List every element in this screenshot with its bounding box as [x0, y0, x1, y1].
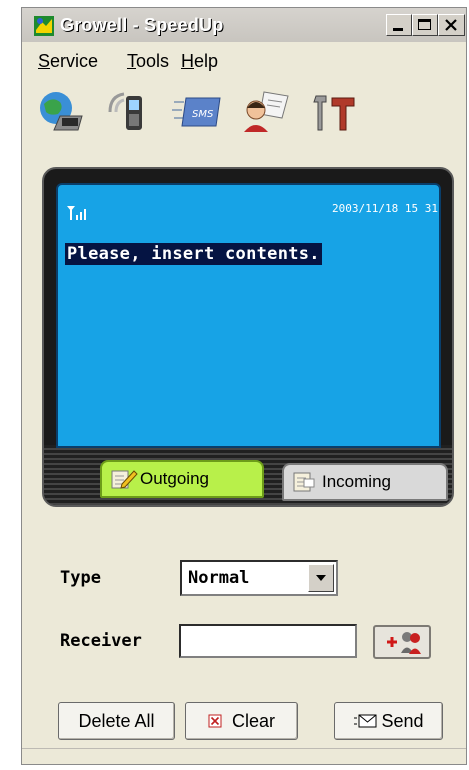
- toolbar-button-settings[interactable]: [306, 86, 360, 136]
- menu-help[interactable]: Help: [181, 51, 218, 72]
- tab-incoming[interactable]: Incoming: [282, 463, 448, 501]
- menu-tools-mnemonic: T: [127, 51, 136, 71]
- phone-datetime: 2003/11/18 15 31: [332, 202, 438, 215]
- clear-icon: [208, 714, 222, 728]
- toolbar-button-contacts[interactable]: [238, 86, 292, 136]
- app-logo-icon: [34, 16, 54, 36]
- delete-all-label: Delete All: [78, 710, 155, 731]
- clear-button[interactable]: Clear: [185, 702, 298, 740]
- send-label: Send: [381, 710, 424, 731]
- pencil-note-icon: [111, 470, 138, 489]
- window-title: Growell - SpeedUp: [60, 15, 224, 35]
- minimize-button[interactable]: [386, 14, 412, 36]
- type-select-value: Normal: [188, 568, 250, 588]
- chevron-down-icon: [316, 575, 326, 581]
- toolbar-button-phone[interactable]: [102, 86, 156, 136]
- globe-laptop-icon: [40, 92, 83, 131]
- close-icon: [445, 19, 457, 31]
- main-content: 2003/11/18 15 31 Outgoing Incoming Pleas…: [22, 140, 466, 764]
- menu-service-label: ervice: [50, 51, 99, 71]
- delete-all-button[interactable]: Delete All: [58, 702, 175, 740]
- sms-icon: SMS: [172, 97, 221, 127]
- type-select[interactable]: Normal: [180, 560, 338, 596]
- svg-text:SMS: SMS: [192, 109, 214, 120]
- close-button[interactable]: [438, 14, 465, 36]
- document-icon: [293, 472, 315, 492]
- send-button[interactable]: Send: [334, 702, 443, 740]
- add-contact-icon: [387, 632, 421, 654]
- tab-outgoing-label: Outgoing: [140, 469, 209, 488]
- phone-screen[interactable]: [56, 183, 441, 448]
- title-bar[interactable]: Growell - SpeedUp: [22, 8, 466, 42]
- status-bar: [22, 748, 466, 769]
- menu-bar: Service Tools Help: [22, 42, 466, 79]
- add-receiver-button[interactable]: [373, 625, 431, 659]
- app-window: Growell - SpeedUp Service Tools Help SMS…: [21, 7, 467, 765]
- tab-outgoing[interactable]: Outgoing: [100, 460, 264, 498]
- menu-service-mnemonic: S: [38, 51, 51, 71]
- menu-tools[interactable]: Tools: [127, 51, 169, 72]
- menu-tools-label: ools: [136, 51, 170, 71]
- dropdown-arrow-button[interactable]: [308, 564, 334, 592]
- toolbar-button-sms[interactable]: SMS: [170, 86, 224, 136]
- menu-help-mnemonic: H: [181, 51, 194, 71]
- tab-incoming-label: Incoming: [322, 472, 391, 491]
- menu-help-label: elp: [194, 51, 219, 71]
- tools-icon: [313, 95, 355, 131]
- phone-display: 2003/11/18 15 31 Outgoing Incoming: [42, 167, 454, 507]
- receiver-label: Receiver: [60, 631, 142, 651]
- type-label: Type: [60, 568, 101, 588]
- toolbar-button-internet[interactable]: [34, 86, 88, 136]
- person-card-icon: [244, 91, 289, 132]
- maximize-button[interactable]: [412, 14, 438, 36]
- menu-service[interactable]: Service: [38, 51, 98, 72]
- mobile-phone-icon: [108, 92, 142, 130]
- envelope-icon: [354, 714, 377, 728]
- toolbar: SMS: [22, 78, 466, 141]
- message-prompt: Please, insert contents.: [65, 243, 322, 265]
- signal-strength-icon: [67, 206, 86, 220]
- receiver-input[interactable]: [179, 624, 357, 658]
- clear-label: Clear: [231, 710, 275, 731]
